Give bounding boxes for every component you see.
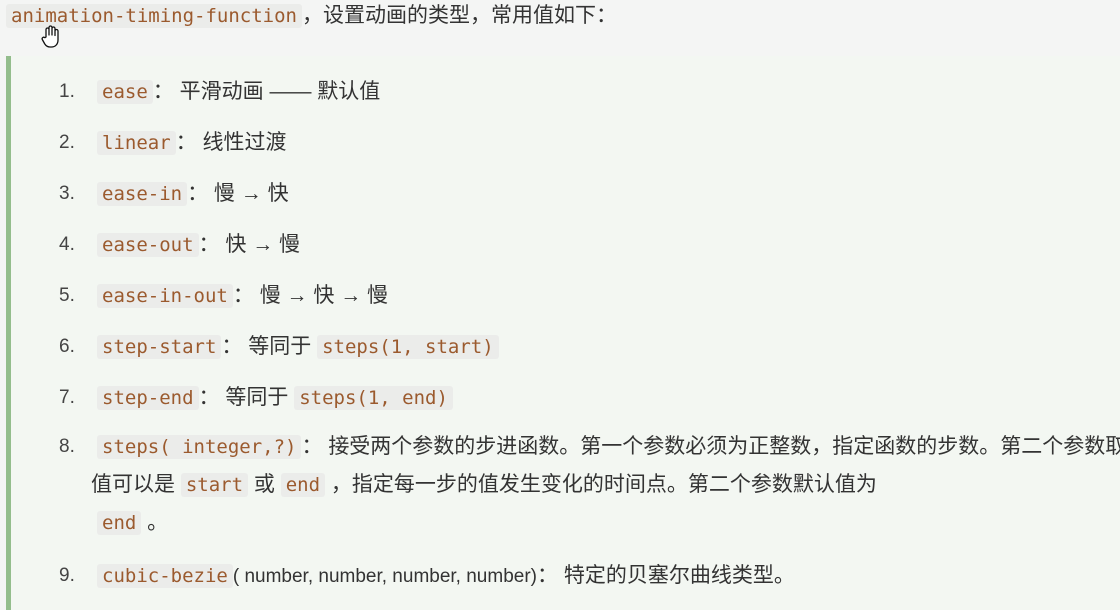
item-sep: ： <box>187 182 209 205</box>
item-body: ease-out： 快 → 慢 <box>97 231 300 259</box>
item-or: 或 <box>253 473 275 496</box>
item-desc: 等同于 <box>248 335 312 358</box>
item-desc: 快 → 慢 <box>225 233 301 256</box>
item-code: ease <box>97 80 153 104</box>
item-desc: 平滑动画 —— 默认值 <box>179 80 381 103</box>
item-code-end-default: end <box>97 511 142 535</box>
item-code: ease-in <box>97 182 188 206</box>
item-code-start: start <box>180 473 249 497</box>
hand-cursor-icon <box>41 25 59 48</box>
item-args: ( number, number, number, number) <box>232 566 537 587</box>
item-sep: ： <box>232 284 254 307</box>
intro-line: animation-timing-function ，设置动画的类型，常用值如下： <box>0 0 1120 46</box>
item-desc-3: 。 <box>147 511 169 534</box>
item-body: ease-in-out： 慢 → 快 → 慢 <box>97 282 388 310</box>
item-sep: ： <box>152 80 174 103</box>
item-sep: ： <box>175 131 197 154</box>
item-number: 3. <box>59 183 75 204</box>
item-code: ease-out <box>97 233 199 257</box>
item-desc: 等同于 <box>225 386 289 409</box>
item-body: ease-in： 慢 → 快 <box>97 180 289 208</box>
item-code: step-start <box>97 335 222 359</box>
item-number: 2. <box>59 132 75 153</box>
item-desc: 慢 → 快 → 慢 <box>259 284 389 307</box>
item-number: 6. <box>59 336 75 357</box>
item-number: 8. <box>59 436 75 457</box>
item-desc-2: ，指定每一步的值发生变化的时间点。第二个参数默认值为 <box>330 473 877 496</box>
item-code-steps: steps(1, start) <box>317 335 499 359</box>
item-body: step-end： 等同于 steps(1, end) <box>97 384 453 412</box>
item-number: 1. <box>59 81 75 102</box>
item-body: cubic-bezie( number, number, number, num… <box>97 562 795 591</box>
item-number: 4. <box>59 234 75 255</box>
item-code: ease-in-out <box>97 284 233 308</box>
item-sep: ： <box>537 564 558 587</box>
item-code: steps( integer,?) <box>97 435 302 459</box>
item-sep: ： <box>221 335 243 358</box>
item-code: step-end <box>97 386 199 410</box>
item-number: 9. <box>59 565 75 586</box>
item-desc: 慢 → 快 <box>213 182 289 205</box>
timing-function-list-block: 1. ease： 平滑动画 —— 默认值 2. linear： 线性过渡 3. … <box>6 56 1120 610</box>
item-code: cubic-bezie <box>97 564 233 588</box>
item-number: 7. <box>59 387 75 408</box>
item-body: step-start： 等同于 steps(1, start) <box>97 333 499 361</box>
intro-text: ，设置动画的类型，常用值如下： <box>301 4 617 27</box>
item-code: linear <box>97 131 176 155</box>
item-code-end: end <box>280 473 326 497</box>
item-desc: 特定的贝塞尔曲线类型。 <box>563 564 795 587</box>
item-code-steps: steps(1, end) <box>294 386 453 410</box>
item-sep: ： <box>198 233 220 256</box>
item-sep: ： <box>301 435 323 458</box>
item-body: ease： 平滑动画 —— 默认值 <box>97 78 380 106</box>
item-sep: ： <box>198 386 220 409</box>
item-desc: 线性过渡 <box>202 131 287 154</box>
item-body: steps( integer,?)： 接受两个参数的步进函数。第一个参数必须为正… <box>91 428 1120 542</box>
item-number: 5. <box>59 285 75 306</box>
item-body: linear： 线性过渡 <box>97 129 286 157</box>
